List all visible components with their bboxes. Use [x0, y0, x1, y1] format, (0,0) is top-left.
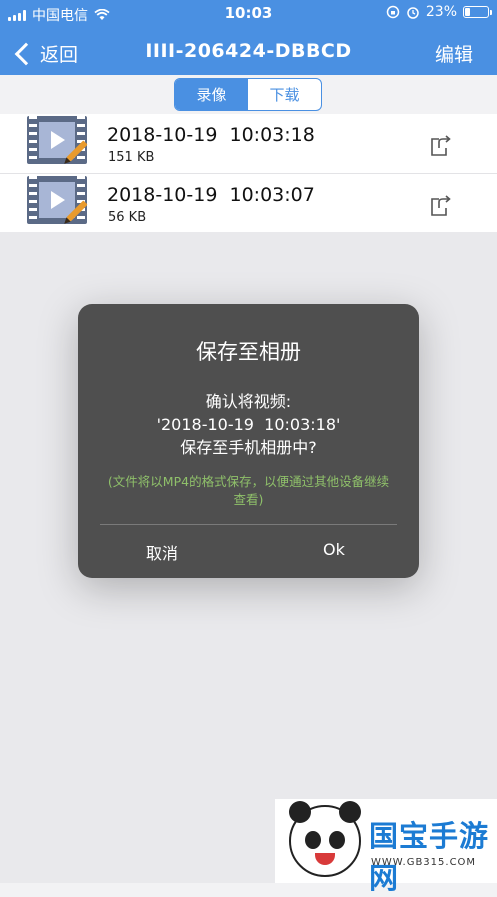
tab-recordings[interactable]: 录像 [175, 79, 248, 110]
list-item[interactable]: 2018-10-19 10:03:18 151 KB [0, 114, 497, 174]
battery-icon [463, 6, 492, 18]
watermark-url: WWW.GB315.COM [371, 857, 477, 868]
save-to-album-dialog: 保存至相册 确认将视频: '2018-10-19 10:03:18' 保存至手机… [78, 304, 419, 578]
dialog-divider [100, 524, 397, 525]
share-icon[interactable] [430, 194, 452, 216]
recording-title: 2018-10-19 10:03:18 [107, 124, 315, 146]
rotation-lock-icon [386, 5, 400, 19]
panda-logo-icon [289, 801, 361, 877]
list-item[interactable]: 2018-10-19 10:03:07 56 KB [0, 174, 497, 234]
recording-size: 151 KB [108, 150, 155, 165]
recording-list: 2018-10-19 10:03:18 151 KB 2018-10-19 10… [0, 114, 497, 234]
share-icon[interactable] [430, 134, 452, 156]
dialog-message: 确认将视频: '2018-10-19 10:03:18' 保存至手机相册中? [78, 390, 419, 459]
ok-button[interactable]: Ok [323, 540, 345, 559]
watermark: 国宝手游网 WWW.GB315.COM [275, 799, 497, 895]
cancel-button[interactable]: 取消 [146, 540, 178, 564]
segmented-control: 录像 下载 [174, 78, 322, 111]
dialog-message-line: 保存至手机相册中? [180, 438, 317, 457]
dialog-message-line: '2018-10-19 10:03:18' [156, 415, 341, 434]
watermark-brand: 国宝手游网 [369, 819, 490, 895]
dialog-message-line: 确认将视频: [205, 392, 292, 411]
segment-bar: 录像 下载 [0, 75, 497, 115]
alarm-icon [407, 7, 419, 19]
recording-title: 2018-10-19 10:03:07 [107, 184, 315, 206]
battery-percent: 23% [425, 4, 457, 20]
dialog-title: 保存至相册 [196, 340, 301, 364]
video-thumbnail-icon [27, 176, 88, 230]
tab-downloads[interactable]: 下载 [248, 79, 321, 110]
video-thumbnail-icon [27, 116, 88, 170]
dialog-note: (文件将以MP4的格式保存，以便通过其他设备继续查看) [107, 474, 390, 507]
recording-size: 56 KB [108, 210, 147, 225]
status-bar: 中国电信 10:03 23% [0, 0, 497, 26]
page-title: IIII-206424-DBBCD [145, 40, 352, 62]
edit-button[interactable]: 编辑 [435, 40, 473, 67]
